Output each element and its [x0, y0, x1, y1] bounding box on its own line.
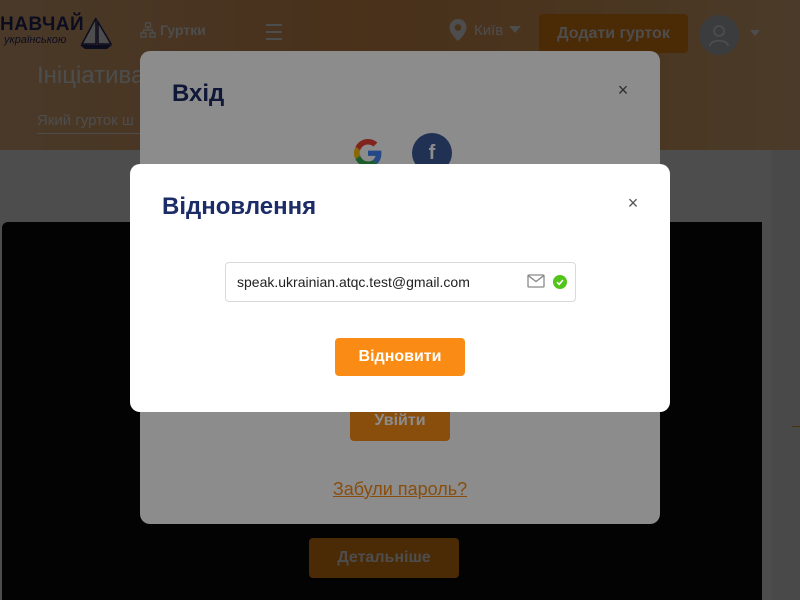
mail-icon: [527, 274, 545, 288]
email-field-value[interactable]: speak.ukrainian.atqc.test@gmail.com: [237, 263, 470, 301]
close-icon[interactable]: ×: [624, 193, 642, 213]
check-circle-icon: [553, 275, 567, 289]
restore-modal-title: Відновлення: [162, 193, 317, 220]
restore-modal: Відновлення × speak.ukrainian.atqc.test@…: [130, 164, 670, 412]
email-field[interactable]: speak.ukrainian.atqc.test@gmail.com: [225, 262, 576, 302]
restore-button[interactable]: Відновити: [335, 338, 465, 376]
